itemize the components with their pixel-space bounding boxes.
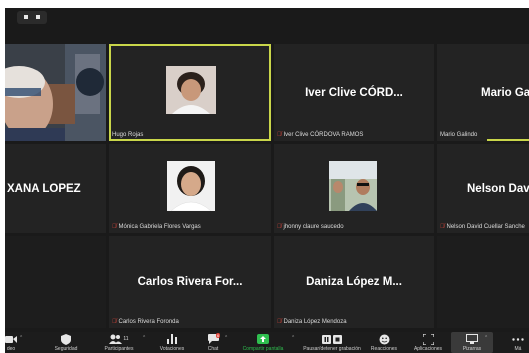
participant-display-name: Carlos Rivera For... — [137, 276, 243, 288]
meeting-window: Hugo Rojas Iver Clive CÓRD... 🎙̸ Iver Cl… — [5, 8, 529, 353]
smiley-icon — [377, 333, 391, 345]
polls-button[interactable]: Votaciones — [155, 332, 189, 353]
participants-button[interactable]: 11 Participantes — [100, 332, 138, 353]
video-tile-jhonny[interactable]: 🎙̸ jhonny claure saucedo — [274, 144, 434, 233]
empty-tile — [5, 236, 106, 328]
participant-avatar — [167, 161, 215, 211]
record-button[interactable]: Pausar/detener grabación — [299, 332, 365, 353]
participant-name-label: Hugo Rojas — [112, 132, 144, 138]
video-tile-nelson[interactable]: Nelson Davi 🎙̸ Nelson David Cuellar Sanc… — [437, 144, 529, 233]
chat-icon: 6 — [206, 333, 221, 345]
video-icon — [5, 333, 18, 345]
reactions-button[interactable]: Reacciones — [367, 332, 401, 353]
participant-display-name: Nelson Davi — [467, 182, 529, 195]
chevron-up-icon[interactable]: ⌃ — [224, 335, 228, 341]
video-tile-mario[interactable]: Mario Gali Mario Galindo — [437, 44, 529, 141]
top-bar — [5, 8, 529, 44]
chat-button[interactable]: 6 Chat — [202, 332, 224, 353]
chevron-up-icon[interactable]: ⌃ — [484, 335, 488, 341]
share-screen-button[interactable]: Compartir pantalla — [238, 332, 288, 353]
mic-muted-icon: 🎙̸ — [277, 224, 282, 230]
more-icon — [511, 333, 525, 345]
participant-display-name: XANA LOPEZ — [7, 182, 81, 195]
chat-badge: 6 — [216, 333, 221, 338]
participant-name-label: Mario Galindo — [440, 132, 478, 138]
participant-name-label: 🎙̸ jhonny claure saucedo — [277, 224, 344, 230]
video-tile-self[interactable] — [5, 44, 106, 141]
view-dot-icon — [36, 15, 40, 19]
mic-muted-icon: 🎙̸ — [277, 132, 282, 138]
video-tile-monica[interactable]: 🎙̸ Mónica Gabriela Flores Vargas — [109, 144, 271, 233]
record-icon — [321, 333, 343, 345]
apps-icon — [421, 333, 435, 345]
whiteboard-icon — [465, 333, 479, 345]
participants-icon: 11 — [107, 333, 131, 345]
more-button[interactable]: Má — [507, 332, 529, 353]
participant-video — [5, 44, 106, 141]
participant-display-name: Iver Clive CÓRD... — [305, 86, 403, 99]
view-toggle[interactable] — [17, 11, 47, 24]
speaking-indicator — [487, 139, 529, 141]
mic-muted-icon: 🎙̸ — [112, 224, 117, 230]
chevron-up-icon[interactable]: ⌃ — [19, 335, 23, 341]
video-tile-iver[interactable]: Iver Clive CÓRD... 🎙̸ Iver Clive CÓRDOVA… — [274, 44, 434, 141]
empty-tile — [437, 236, 529, 328]
participant-display-name: Daniza López M... — [306, 276, 402, 288]
video-tile-daniza[interactable]: Daniza López M... 🎙̸ Daniza López Mendoz… — [274, 236, 434, 328]
video-tile-carlos[interactable]: Carlos Rivera For... 🎙̸ Carlos Rivera Fo… — [109, 236, 271, 328]
share-screen-icon — [256, 333, 270, 345]
participant-name-label: 🎙̸ Nelson David Cuellar Sanche — [440, 224, 525, 230]
security-button[interactable]: Seguridad — [49, 332, 83, 353]
mic-muted-icon: 🎙̸ — [277, 319, 282, 325]
participant-avatar — [166, 66, 216, 114]
video-tile-hugo[interactable]: Hugo Rojas — [109, 44, 271, 141]
mic-muted-icon: 🎙̸ — [440, 224, 445, 230]
participant-avatar — [329, 161, 377, 211]
participant-name-label: 🎙̸ Iver Clive CÓRDOVA RAMOS — [277, 132, 364, 138]
meeting-toolbar: deo ⌃ Seguridad 11 Participantes ⌃ Votac… — [5, 332, 529, 353]
video-tile-roxana[interactable]: XANA LOPEZ — [5, 144, 106, 233]
participant-name-label: 🎙̸ Daniza López Mendoza — [277, 319, 347, 325]
participant-name-label: 🎙̸ Mónica Gabriela Flores Vargas — [112, 224, 201, 230]
participant-name-label: 🎙̸ Carlos Rivera Foronda — [112, 319, 179, 325]
participant-display-name: Mario Gali — [481, 86, 529, 99]
bar-chart-icon — [165, 333, 179, 345]
shield-icon — [59, 333, 73, 345]
mic-muted-icon: 🎙̸ — [112, 319, 117, 325]
chevron-up-icon[interactable]: ⌃ — [291, 335, 295, 341]
apps-button[interactable]: Aplicaciones — [409, 332, 447, 353]
view-dot-icon — [24, 15, 28, 19]
chevron-up-icon[interactable]: ⌃ — [142, 335, 146, 341]
